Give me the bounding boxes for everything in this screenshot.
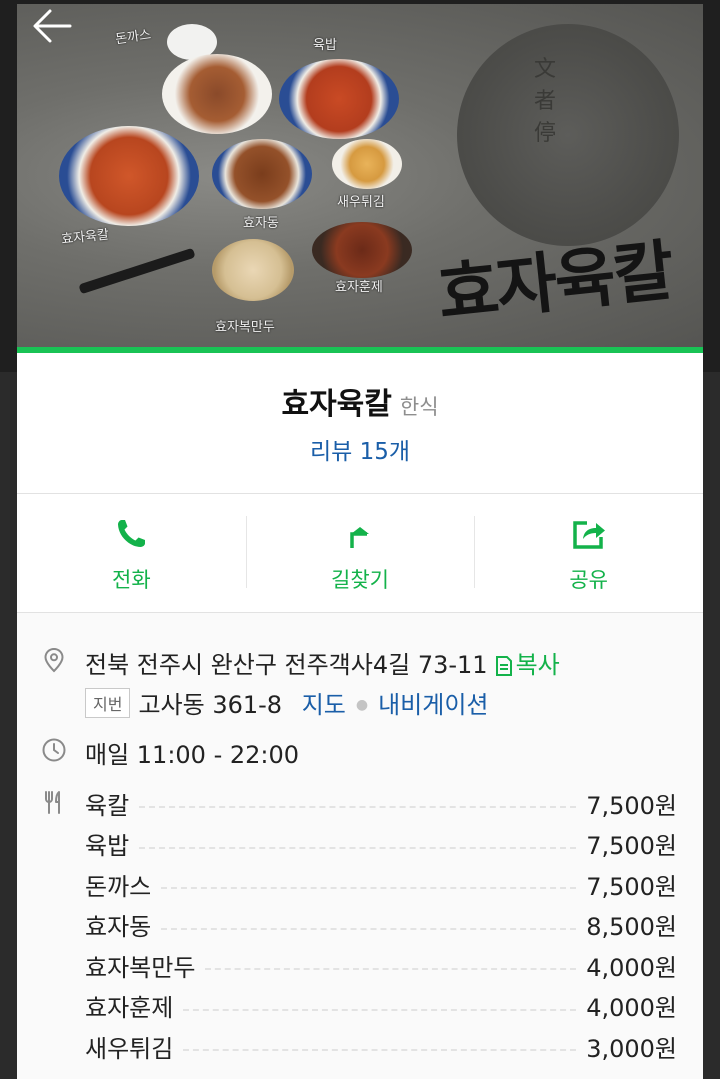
- menu-item: 육밥 7,500원: [85, 824, 677, 865]
- dish-label: 새우튀김: [337, 195, 385, 210]
- place-info-card: 효자육칼 한식 리뷰 15개 전화 길찾기 공유 전북 전주시 완산구 전주객사…: [17, 353, 703, 1079]
- yukbap-bowl-image: [279, 59, 399, 139]
- road-address: 전북 전주시 완산구 전주객사4길 73-11 복사: [85, 645, 560, 680]
- place-details: 전북 전주시 완산구 전주객사4길 73-11 복사 지번 고사동 361-8 지도…: [17, 613, 703, 1079]
- dish-label: 돈까스: [114, 27, 153, 48]
- back-button[interactable]: [30, 6, 76, 46]
- hyojadong-bowl-image: [212, 139, 312, 209]
- dotted-leader: [183, 1049, 577, 1052]
- brand-logo-text: 효자육칼: [434, 230, 676, 334]
- jibun-address: 지번 고사동 361-8 지도 ● 내비게이션: [85, 685, 489, 720]
- dotted-leader: [205, 968, 577, 971]
- dotted-leader: [139, 806, 577, 809]
- copy-icon: [495, 656, 512, 676]
- review-count-link[interactable]: 리뷰 15개: [17, 432, 703, 466]
- menu-item: 육칼 7,500원: [85, 783, 677, 824]
- menu-item-name: 육밥: [85, 832, 130, 861]
- jibun-row: 지번 고사동 361-8 지도 ● 내비게이션: [17, 683, 703, 719]
- dotted-leader: [139, 846, 577, 849]
- menu-item: 돈까스 7,500원: [85, 864, 677, 905]
- hours-row: 매일 11:00 - 22:00: [17, 733, 703, 769]
- place-name: 효자육칼: [281, 387, 392, 422]
- location-pin-icon: [44, 647, 64, 673]
- menu-item: 효자동 8,500원: [85, 905, 677, 946]
- place-header: 효자육칼 한식 리뷰 15개: [17, 353, 703, 494]
- menu-item-name: 돈까스: [85, 872, 152, 901]
- place-title: 효자육칼 한식: [17, 379, 703, 423]
- share-button[interactable]: 공유: [474, 494, 703, 612]
- menu-list: 육칼 7,500원 육밥 7,500원 돈까스 7,500원 효자동 8,500원 효자…: [85, 783, 677, 1067]
- directions-icon: [350, 527, 369, 548]
- address-row: 전북 전주시 완산구 전주객사4길 73-11 복사: [17, 643, 703, 679]
- navigation-link[interactable]: 내비게이션: [378, 691, 488, 719]
- menu-item-name: 효자동: [85, 913, 152, 942]
- call-label: 전화: [112, 568, 151, 592]
- action-bar: 전화 길찾기 공유: [17, 494, 703, 612]
- directions-button[interactable]: 길찾기: [245, 494, 475, 612]
- menu-item-price: 3,000원: [586, 1034, 677, 1063]
- menu-item-price: 7,500원: [586, 791, 677, 820]
- directions-label: 길찾기: [331, 568, 389, 592]
- menu-item-name: 육칼: [85, 791, 130, 820]
- menu-item: 새우튀김 3,000원: [85, 1026, 677, 1067]
- dish-label: 효자동: [243, 216, 279, 231]
- yukkal-bowl-image: [59, 126, 199, 226]
- shrimp-plate-image: [332, 139, 402, 189]
- brand-emblem: [457, 24, 679, 246]
- menu-item-name: 새우튀김: [85, 1034, 174, 1063]
- dotted-leader: [183, 1008, 577, 1011]
- menu-item-price: 4,000원: [586, 994, 677, 1023]
- separator-dot: ●: [355, 697, 369, 713]
- dish-label: 효자훈제: [335, 280, 383, 295]
- menu-item: 효자복만두 4,000원: [85, 945, 677, 986]
- smoked-meat-plate-image: [312, 222, 412, 278]
- dotted-leader: [161, 927, 577, 930]
- dotted-leader: [161, 887, 577, 890]
- menu-item-name: 효자훈제: [85, 994, 174, 1023]
- dish-label: 육밥: [313, 38, 337, 53]
- menu-item-price: 8,500원: [586, 913, 677, 942]
- dish-label: 효자복만두: [215, 320, 275, 335]
- copy-address-button[interactable]: 복사: [494, 651, 560, 679]
- share-label: 공유: [569, 568, 608, 592]
- back-arrow-icon: [33, 9, 72, 43]
- restaurant-photo[interactable]: 文者停 돈까스 육밥 효자육칼 효자동 새우튀김 효자훈제 효자복만두 효자육칼: [17, 4, 703, 347]
- place-category: 한식: [399, 395, 439, 419]
- map-link[interactable]: 지도: [302, 691, 346, 719]
- share-icon: [572, 521, 605, 549]
- donkatsu-plate-image: [162, 54, 272, 134]
- jibun-address-text: 고사동 361-8: [138, 691, 283, 719]
- dish-label: 효자육칼: [60, 227, 110, 248]
- fork-knife-icon: [45, 791, 60, 814]
- menu-item-price: 4,000원: [586, 953, 677, 982]
- menu-item: 효자훈제 4,000원: [85, 986, 677, 1027]
- dumpling-steamer-image: [212, 239, 294, 301]
- business-hours: 매일 11:00 - 22:00: [85, 741, 300, 769]
- chopsticks-image: [78, 247, 196, 295]
- menu-item-price: 7,500원: [586, 832, 677, 861]
- phone-icon: [118, 520, 146, 547]
- clock-icon: [42, 738, 66, 762]
- call-button[interactable]: 전화: [17, 494, 246, 612]
- road-address-text: 전북 전주시 완산구 전주객사4길 73-11: [85, 651, 488, 679]
- copy-label: 복사: [515, 651, 560, 679]
- menu-item-name: 효자복만두: [85, 953, 196, 982]
- menu-item-price: 7,500원: [586, 872, 677, 901]
- hero-banner: 文者停 돈까스 육밥 효자육칼 효자동 새우튀김 효자훈제 효자복만두 효자육칼: [0, 0, 720, 372]
- brand-vertical-text: 文者停: [533, 57, 556, 146]
- jibun-tag: 지번: [85, 688, 131, 718]
